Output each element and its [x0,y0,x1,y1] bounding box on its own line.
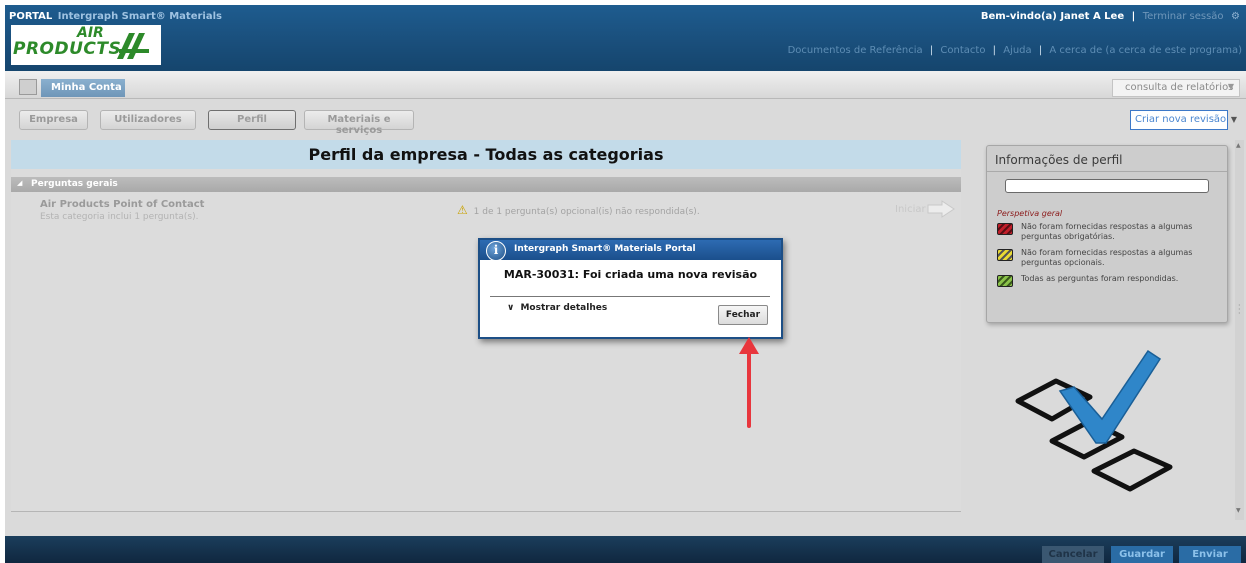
link-contact[interactable]: Contacto [940,45,985,56]
overview-label: Perspetiva geral [997,209,1063,218]
scroll-up-icon[interactable]: ▲ [1236,142,1241,149]
info-icon: i [486,241,506,261]
section-header-general[interactable]: ◢ Perguntas gerais [11,177,961,192]
arrow-right-icon[interactable] [927,200,955,218]
tab-company[interactable]: Empresa [19,110,88,130]
cancel-button[interactable]: Cancelar [1042,546,1104,563]
create-revision-dropdown[interactable]: Criar nova revisão ▼ [1130,110,1237,130]
dialog-divider [490,296,770,297]
dialog-title: Intergraph Smart® Materials Portal [480,240,781,260]
vertical-scrollbar[interactable]: ▲ · · · ▼ [1235,140,1244,520]
app-name: Intergraph Smart® Materials [57,11,222,22]
tab-users[interactable]: Utilizadores [100,110,196,130]
legend-text: Não foram fornecidas respostas a algumas… [1021,222,1193,241]
scroll-down-icon[interactable]: ▼ [1236,507,1241,514]
red-annotation-arrow-icon [739,337,759,428]
link-separator: | [992,45,997,56]
create-revision-label: Criar nova revisão [1135,114,1227,125]
legend-text: Não foram fornecidas respostas a algumas… [1021,248,1193,267]
logo-products-text: PRODUCTS [13,39,122,59]
air-products-logo: AIR PRODUCTS [11,25,161,65]
logo-swoosh-icon [117,33,149,59]
category-status-text: 1 de 1 pergunta(s) opcional(is) não resp… [473,207,700,217]
red-status-swatch-icon [997,223,1013,235]
scroll-grip-icon[interactable]: · · · [1238,302,1241,318]
profile-progress-bar [1005,179,1209,193]
reports-dropdown-label: consulta de relatórios [1125,82,1234,93]
checklist-illustration [1015,349,1173,492]
green-status-swatch-icon [997,275,1013,287]
chevron-down-icon: ∨ [507,303,515,313]
page-title: Perfil da empresa - Todas as categorias [11,140,961,169]
yellow-status-swatch-icon [997,249,1013,261]
sub-tab-bar: Empresa Utilizadores Perfil Materiais e … [5,100,1246,136]
category-status: ⚠ 1 de 1 pergunta(s) opcional(is) não re… [457,203,700,217]
home-icon[interactable] [19,79,37,95]
category-description: Esta categoria inclui 1 pergunta(s). [40,212,199,222]
profile-info-panel: Informações de perfil Perspetiva geral N… [986,145,1228,323]
link-help[interactable]: Ajuda [1003,45,1031,56]
save-button[interactable]: Guardar [1111,546,1173,563]
link-separator: | [929,45,934,56]
link-separator: | [1038,45,1043,56]
portal-window: PORTAL Intergraph Smart® Materials AIR P… [5,5,1246,563]
chevron-down-icon: ▼ [1227,82,1234,91]
footer-bar: Cancelar Guardar Enviar [5,536,1246,563]
profile-info-title: Informações de perfil [995,153,1123,167]
top-links: Documentos de Referência | Contacto | Aj… [788,45,1242,56]
logout-link[interactable]: Terminar sessão [1143,11,1224,22]
collapse-triangle-icon: ◢ [17,179,23,187]
portal-label: PORTAL [9,11,53,22]
settings-icon[interactable]: ⚙ [1231,11,1240,22]
chevron-down-icon: ▼ [1230,115,1237,124]
dialog-message: MAR-30031: Foi criada uma nova revisão [503,268,758,281]
warning-icon: ⚠ [457,203,468,217]
tab-materials-services[interactable]: Materiais e serviços [304,110,414,136]
start-link[interactable]: Iniciar [895,204,926,215]
portal-title: PORTAL Intergraph Smart® Materials [9,11,222,22]
link-about[interactable]: A cerca de (a cerca de este programa) [1049,45,1242,56]
welcome-text: Bem-vindo(a) Janet A Lee [980,11,1125,22]
top-header: PORTAL Intergraph Smart® Materials AIR P… [5,5,1246,71]
revision-created-dialog: Intergraph Smart® Materials Portal i MAR… [478,238,783,339]
link-reference-docs[interactable]: Documentos de Referência [788,45,923,56]
category-name: Air Products Point of Contact [40,199,205,210]
header-separator: | [1131,11,1136,22]
send-button[interactable]: Enviar [1179,546,1241,563]
welcome-area: Bem-vindo(a) Janet A Lee | Terminar sess… [981,11,1240,22]
content-divider [11,511,961,512]
reports-dropdown[interactable]: consulta de relatórios ▼ [1112,79,1240,97]
legend-text: Todas as perguntas foram respondidas. [1021,274,1179,283]
tab-my-account[interactable]: Minha Conta [41,79,125,97]
section-title: Perguntas gerais [31,179,118,189]
main-tab-strip: Minha Conta consulta de relatórios ▼ [5,71,1246,99]
close-button[interactable]: Fechar [718,305,768,325]
show-details-label: Mostrar detalhes [520,303,608,313]
show-details-toggle[interactable]: ∨ Mostrar detalhes [507,303,607,313]
tab-profile[interactable]: Perfil [208,110,296,130]
panel-divider [987,171,1227,172]
